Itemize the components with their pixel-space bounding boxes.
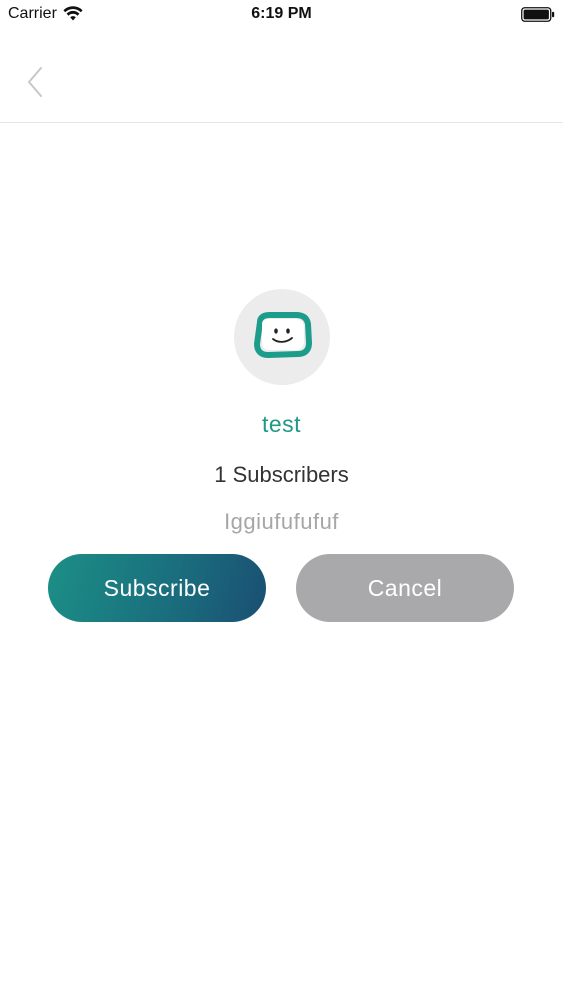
- status-bar: Carrier 6:19 PM: [0, 0, 563, 30]
- screen: Carrier 6:19 PM test 1 Subscribers Iggiu…: [0, 0, 563, 1000]
- action-buttons: Subscribe Cancel: [0, 554, 563, 622]
- chevron-left-icon: [26, 66, 44, 103]
- channel-description: Iggiufufufuf: [224, 509, 339, 534]
- channel-name: test: [261, 411, 302, 437]
- cancel-button[interactable]: Cancel: [296, 554, 514, 622]
- battery-icon: [521, 7, 555, 22]
- subscribe-button[interactable]: Subscribe: [48, 554, 266, 622]
- avatar: [233, 289, 330, 385]
- smiley-tv-icon: [250, 310, 314, 365]
- status-time: 6:19 PM: [251, 5, 312, 22]
- subscriber-count: 1 Subscribers: [214, 462, 349, 487]
- channel-info: test 1 Subscribers Iggiufufufuf: [0, 289, 563, 536]
- navigation-bar: [0, 30, 563, 123]
- back-button[interactable]: [18, 64, 52, 104]
